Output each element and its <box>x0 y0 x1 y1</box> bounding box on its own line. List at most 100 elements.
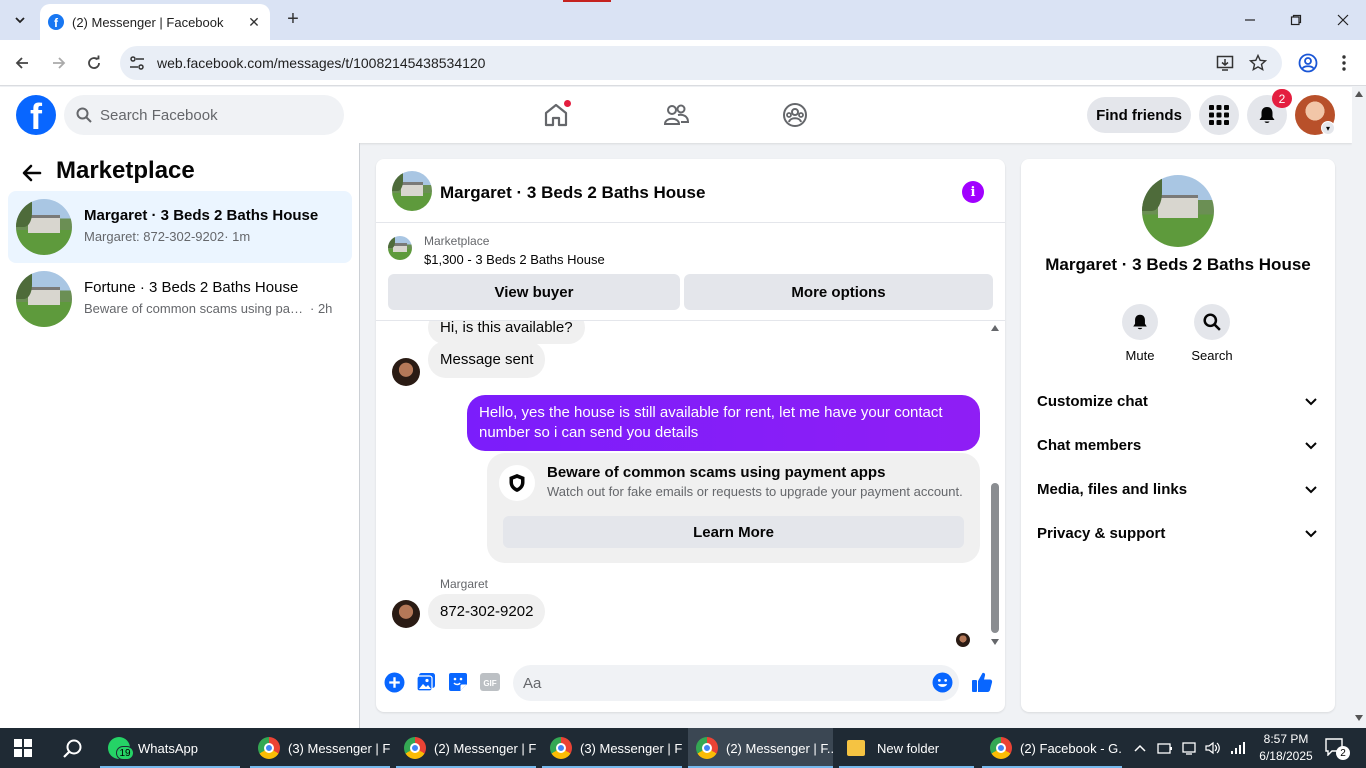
volume-icon[interactable] <box>1203 739 1221 757</box>
chrome-icon <box>258 737 280 759</box>
sticker-icon[interactable] <box>447 671 469 693</box>
grid-menu-icon <box>1209 105 1229 125</box>
clock-time: 8:57 PM <box>1263 732 1309 746</box>
section-label: Chat members <box>1037 436 1142 454</box>
customize-chat-section[interactable]: Customize chat <box>1029 381 1327 421</box>
search-placeholder: Search Facebook <box>100 106 218 124</box>
taskbar-label: (2) Facebook - G... <box>1020 740 1122 756</box>
taskbar-chrome-window[interactable]: (3) Messenger | F... <box>250 728 390 768</box>
reload-button[interactable] <box>83 52 105 74</box>
message-scrollbar[interactable] <box>989 325 1001 651</box>
facebook-logo-letter: f <box>30 96 42 135</box>
back-arrow-icon[interactable] <box>20 161 44 185</box>
network-icon[interactable] <box>1229 739 1247 757</box>
snippet-text: Beware of common scams using pay... <box>84 301 304 316</box>
url-text[interactable]: web.facebook.com/messages/t/100821454385… <box>157 55 485 71</box>
chat-avatar-large[interactable] <box>1142 175 1214 247</box>
message-composer: GIF <box>376 659 1005 707</box>
listing-thumbnail <box>16 199 72 255</box>
scrollbar-thumb[interactable] <box>991 483 999 633</box>
tab-search-button[interactable] <box>8 8 32 32</box>
find-friends-button[interactable]: Find friends <box>1087 97 1191 133</box>
site-settings-icon[interactable] <box>129 55 145 71</box>
chrome-icon <box>990 737 1012 759</box>
search-label: Search <box>1191 348 1233 363</box>
minimize-window-button[interactable] <box>1238 8 1262 32</box>
facebook-logo[interactable]: f <box>16 95 56 135</box>
chevron-up-icon[interactable] <box>1131 739 1149 757</box>
mute-button[interactable]: Mute <box>1110 304 1170 363</box>
install-app-icon[interactable] <box>1216 54 1234 72</box>
forward-button[interactable] <box>48 52 70 74</box>
chevron-down-icon <box>1305 442 1317 450</box>
taskbar-chrome-window[interactable]: (3) Messenger | F... <box>542 728 682 768</box>
profile-icon[interactable] <box>1298 53 1318 73</box>
taskbar-chrome-window[interactable]: (2) Messenger | F... <box>396 728 536 768</box>
battery-icon[interactable] <box>1156 739 1174 757</box>
browser-tab-active[interactable]: f (2) Messenger | Facebook ✕ <box>40 4 270 40</box>
conversation-item[interactable]: Fortune · 3 Beds 2 Baths House Beware of… <box>8 263 352 335</box>
menu-button[interactable] <box>1199 95 1239 135</box>
search-icon[interactable] <box>62 738 84 760</box>
read-receipt-avatar <box>956 633 970 647</box>
more-options-button[interactable]: More options <box>684 274 993 310</box>
restore-window-button[interactable] <box>1284 8 1308 32</box>
gif-icon[interactable]: GIF <box>479 671 501 693</box>
media-files-links-section[interactable]: Media, files and links <box>1029 469 1327 509</box>
system-clock[interactable]: 8:57 PM 6/18/2025 <box>1256 731 1316 765</box>
chat-members-section[interactable]: Chat members <box>1029 425 1327 465</box>
learn-more-button[interactable]: Learn More <box>503 516 964 548</box>
privacy-support-section[interactable]: Privacy & support <box>1029 513 1327 553</box>
sender-avatar[interactable] <box>392 358 420 386</box>
marketplace-inbox-panel: Marketplace Margaret · 3 Beds 2 Baths Ho… <box>0 143 360 728</box>
listing-title[interactable]: $1,300 - 3 Beds 2 Baths House <box>424 252 605 267</box>
groups-icon[interactable] <box>781 101 809 129</box>
search-icon <box>1194 304 1230 340</box>
home-notification-dot <box>563 99 572 108</box>
arrow-right-icon <box>53 57 66 69</box>
scroll-down-icon[interactable] <box>1355 715 1363 721</box>
conversation-item[interactable]: Margaret · 3 Beds 2 Baths House Margaret… <box>8 191 352 263</box>
account-chevron-down-icon[interactable]: ▾ <box>1321 121 1335 135</box>
taskbar-chrome-window-active[interactable]: (2) Messenger | F... <box>688 728 833 768</box>
svg-text:GIF: GIF <box>483 679 496 688</box>
chrome-icon <box>404 737 426 759</box>
close-tab-icon[interactable]: ✕ <box>246 14 262 30</box>
chevron-down-icon <box>1305 486 1317 494</box>
back-button[interactable] <box>11 52 33 74</box>
browser-menu-icon[interactable] <box>1335 53 1353 73</box>
listing-thumbnail <box>16 271 72 327</box>
chrome-icon <box>550 737 572 759</box>
search-in-conversation-button[interactable]: Search <box>1182 304 1242 363</box>
conversation-details-panel: Margaret · 3 Beds 2 Baths House Mute Sea… <box>1021 159 1335 712</box>
thumbs-up-icon[interactable] <box>971 671 993 693</box>
taskbar-file-explorer[interactable]: New folder <box>839 728 974 768</box>
emoji-icon[interactable] <box>931 671 953 693</box>
address-bar[interactable]: web.facebook.com/messages/t/100821454385… <box>120 46 1282 80</box>
sender-avatar[interactable] <box>392 600 420 628</box>
windows-taskbar: WhatsApp 19 (3) Messenger | F... (2) Mes… <box>0 728 1366 768</box>
bookmark-star-icon[interactable] <box>1249 54 1267 72</box>
plus-circle-icon[interactable] <box>383 671 405 693</box>
new-tab-button[interactable]: + <box>282 8 304 30</box>
page-scrollbar[interactable] <box>1352 87 1366 728</box>
photo-icon[interactable] <box>415 671 437 693</box>
friends-icon[interactable] <box>662 101 690 129</box>
display-icon[interactable] <box>1180 739 1198 757</box>
close-window-button[interactable] <box>1331 8 1355 32</box>
chat-title[interactable]: Margaret · 3 Beds 2 Baths House <box>440 183 705 203</box>
message-input[interactable] <box>513 665 959 701</box>
bell-icon <box>1259 107 1275 123</box>
facebook-search-box[interactable]: Search Facebook <box>64 95 344 135</box>
action-center-button[interactable]: 2 <box>1324 738 1350 760</box>
scroll-down-icon[interactable] <box>991 639 999 645</box>
view-buyer-button[interactable]: View buyer <box>388 274 680 310</box>
chat-avatar[interactable] <box>392 171 432 211</box>
listing-thumbnail[interactable] <box>388 236 412 260</box>
taskbar-chrome-window[interactable]: (2) Facebook - G... <box>982 728 1122 768</box>
scroll-up-icon[interactable] <box>1355 91 1363 97</box>
windows-start-icon[interactable] <box>14 739 32 757</box>
info-icon[interactable]: i <box>962 181 984 203</box>
message-list: Hi, is this available? Message sent Hell… <box>376 321 1005 653</box>
scroll-up-icon[interactable] <box>991 325 999 331</box>
